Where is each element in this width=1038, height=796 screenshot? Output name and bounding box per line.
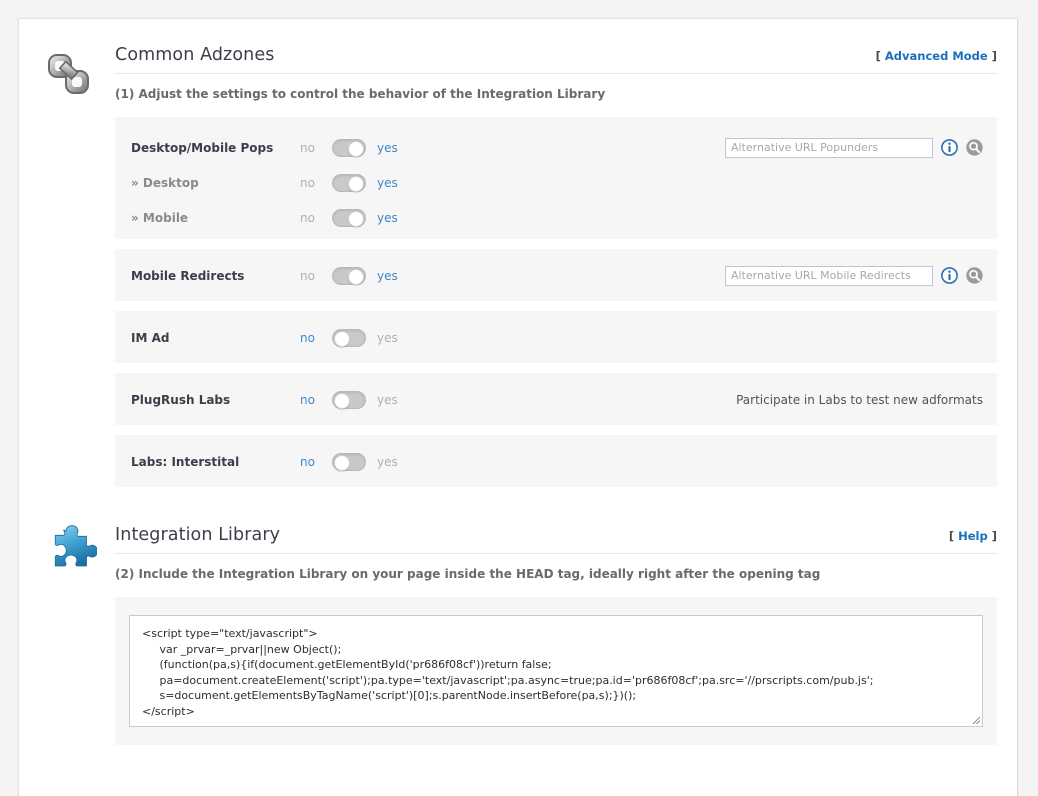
toggle-knob: [348, 140, 364, 157]
page-root: Common Adzones [ Advanced Mode ] (1) Adj…: [0, 0, 1038, 796]
section-subtitle: (1) Adjust the settings to control the b…: [115, 87, 606, 101]
toggle-no-label: no: [300, 454, 315, 469]
integration-library-title: Integration Library: [115, 525, 281, 545]
row-label: Desktop/Mobile Pops: [131, 140, 274, 155]
row-line: IM Ad no yes: [115, 320, 997, 355]
toggle-yes-label: yes: [377, 175, 398, 190]
toggle-switch[interactable]: [332, 138, 366, 157]
toggle-switch[interactable]: [332, 452, 366, 471]
adzone-rows: Desktop/Mobile Pops no yes Alternative U…: [115, 117, 997, 487]
toggle-yes-label: yes: [377, 392, 398, 407]
search-icon[interactable]: [966, 267, 983, 284]
row-label-sub-desktop: » Desktop: [131, 175, 199, 190]
toggle-mobile-redirects[interactable]: no yes: [300, 266, 430, 285]
toggle-yes-label: yes: [377, 330, 398, 345]
toggle-no-label: no: [300, 175, 315, 190]
row-label: PlugRush Labs: [131, 392, 231, 407]
row-left-labs-interstital: Labs: Interstital no yes: [115, 435, 997, 479]
info-icon[interactable]: [941, 267, 958, 284]
section-header-body: Integration Library [ Help ] (2) Include…: [115, 525, 1017, 581]
table-row: IM Ad no yes: [115, 311, 997, 363]
section-integration-library: Integration Library [ Help ] (2) Include…: [19, 497, 1017, 581]
puzzle-piece-icon: [49, 525, 101, 577]
content-card: Common Adzones [ Advanced Mode ] (1) Adj…: [18, 18, 1018, 796]
alternative-url-popunders-input[interactable]: [725, 137, 933, 158]
section-header-body: Common Adzones [ Advanced Mode ] (1) Adj…: [115, 45, 1017, 101]
row-right-controls: [725, 137, 997, 158]
section-subtitle: (2) Include the Integration Library on y…: [115, 567, 821, 581]
search-icon[interactable]: [966, 139, 983, 156]
section-title-row: Integration Library [ Help ]: [115, 525, 997, 554]
plugrush-labs-note: Participate in Labs to test new adformat…: [736, 392, 983, 407]
row-left-mobile-redirects: Mobile Redirects no yes: [115, 249, 997, 293]
table-row: Mobile Redirects no yes: [115, 249, 997, 301]
bracket-open: [: [875, 49, 881, 63]
help-link-wrap: [ Help ]: [949, 529, 997, 543]
toggle-im-ad[interactable]: no yes: [300, 328, 430, 347]
integration-code-textarea[interactable]: <script type="text/javascript"> var _prv…: [129, 615, 983, 727]
row-label: Mobile Redirects: [131, 268, 245, 283]
bracket-close: ]: [991, 49, 997, 63]
toggle-desktop-mobile-pops[interactable]: no yes: [300, 138, 430, 157]
row-left-desktop-mobile-pops: Desktop/Mobile Pops no yes Alternative U…: [115, 117, 997, 235]
table-row: PlugRush Labs no yes Participate in Labs…: [115, 373, 997, 425]
row-left-im-ad: IM Ad no yes: [115, 311, 997, 355]
advanced-mode-link-wrap: [ Advanced Mode ]: [876, 49, 997, 63]
alternative-url-mobile-redirects-input[interactable]: [725, 265, 933, 286]
toggle-mobile[interactable]: no yes: [300, 208, 430, 227]
section-title-row: Common Adzones [ Advanced Mode ]: [115, 45, 997, 74]
bracket-open: [: [948, 529, 955, 543]
bracket-close: ]: [991, 529, 997, 543]
toggle-switch[interactable]: [332, 173, 366, 192]
toggle-switch[interactable]: [332, 328, 366, 347]
row-label: IM Ad: [131, 330, 170, 345]
toggle-knob: [348, 210, 364, 227]
advanced-mode-link[interactable]: Advanced Mode: [885, 49, 988, 63]
resize-handle-icon[interactable]: [969, 713, 981, 725]
row-left-plugrush-labs: PlugRush Labs no yes Participate in Labs…: [115, 373, 997, 417]
row-line: » Mobile no yes: [115, 200, 997, 235]
toggle-no-label: no: [300, 140, 315, 155]
toggle-no-label: no: [300, 210, 315, 225]
chain-link-icon: [45, 49, 97, 101]
section-common-adzones: Common Adzones [ Advanced Mode ] (1) Adj…: [19, 19, 1017, 101]
row-label: Labs: Interstital: [131, 454, 240, 469]
toggle-knob: [348, 268, 364, 285]
toggle-labs-interstital[interactable]: no yes: [300, 452, 430, 471]
row-line: Desktop/Mobile Pops no yes: [115, 130, 997, 165]
toggle-knob: [334, 330, 350, 347]
toggle-switch[interactable]: [332, 208, 366, 227]
row-line: Labs: Interstital no yes: [115, 444, 997, 479]
toggle-yes-label: yes: [377, 268, 398, 283]
info-icon[interactable]: [941, 139, 958, 156]
page-title: Common Adzones: [115, 45, 275, 65]
row-right-controls: [725, 265, 997, 286]
row-label-sub-mobile: » Mobile: [131, 210, 189, 225]
table-row: Labs: Interstital no yes: [115, 435, 997, 487]
row-line: » Desktop no yes: [115, 165, 997, 200]
toggle-knob: [348, 175, 364, 192]
row-line: Mobile Redirects no yes: [115, 258, 997, 293]
toggle-switch[interactable]: [332, 266, 366, 285]
table-row: Desktop/Mobile Pops no yes Alternative U…: [115, 117, 997, 239]
toggle-yes-label: yes: [377, 140, 398, 155]
integration-code-panel: <script type="text/javascript"> var _prv…: [115, 597, 997, 745]
toggle-yes-label: yes: [377, 454, 398, 469]
row-line: PlugRush Labs no yes Participate in Labs…: [115, 382, 997, 417]
toggle-no-label: no: [300, 330, 315, 345]
toggle-desktop[interactable]: no yes: [300, 173, 430, 192]
help-link[interactable]: Help: [958, 529, 988, 543]
toggle-knob: [334, 454, 350, 471]
row-right-note: Participate in Labs to test new adformat…: [736, 393, 997, 407]
toggle-switch[interactable]: [332, 390, 366, 409]
toggle-yes-label: yes: [377, 210, 398, 225]
toggle-no-label: no: [300, 268, 315, 283]
toggle-knob: [334, 392, 350, 409]
toggle-no-label: no: [300, 392, 315, 407]
toggle-plugrush-labs[interactable]: no yes: [300, 390, 430, 409]
